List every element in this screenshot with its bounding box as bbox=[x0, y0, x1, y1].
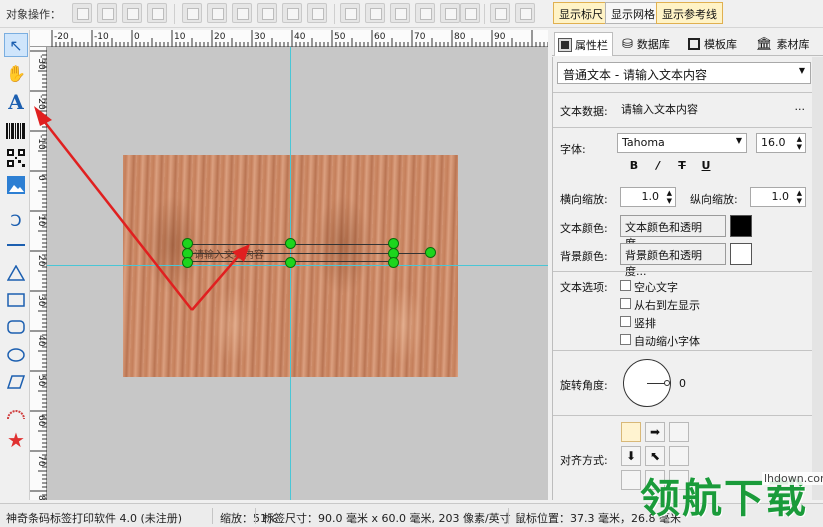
status-label-size: 标签尺寸：90.0 毫米 x 60.0 毫米, 203 像素/英寸 bbox=[263, 512, 511, 525]
panel-scrollbar[interactable] bbox=[812, 57, 823, 500]
right-panel-tabs: 属性栏 ⛁ 数据库 模板库 🏛 素材库 bbox=[552, 30, 823, 56]
properties-panel: 普通文本 - 请输入文本内容 ▼ 文本数据: 请输入文本内容 ... 字体: T… bbox=[552, 57, 813, 500]
tab-database[interactable]: ⛁ 数据库 bbox=[618, 32, 674, 56]
tab-assets[interactable]: 🏛 素材库 bbox=[752, 32, 814, 56]
show-grid-toggle[interactable]: 显示网格 bbox=[605, 2, 661, 24]
watermark-domain: lhdown.com bbox=[762, 472, 823, 485]
tab-properties[interactable]: 属性栏 bbox=[554, 32, 613, 56]
tab-assets-label: 素材库 bbox=[776, 38, 810, 51]
align-middle-center-button[interactable]: ⬉ bbox=[645, 446, 665, 466]
align-top-right-button[interactable] bbox=[669, 422, 689, 442]
text-color-button[interactable]: 文本颜色和透明度... bbox=[620, 215, 726, 250]
template-icon bbox=[688, 38, 700, 50]
status-divider bbox=[508, 508, 509, 524]
rtl-checkbox[interactable] bbox=[620, 298, 631, 309]
align-top-left-button[interactable] bbox=[621, 422, 641, 442]
site-watermark: 领航下载 lhdown.com bbox=[640, 466, 823, 526]
tab-templates[interactable]: 模板库 bbox=[684, 32, 741, 56]
hollow-text-checkbox[interactable] bbox=[620, 280, 631, 291]
font-label: 字体: bbox=[560, 143, 586, 156]
annotation-arrows bbox=[34, 106, 250, 311]
status-app-name: 神奇条码标签打印软件 4.0 (未注册) bbox=[6, 512, 183, 525]
status-divider bbox=[255, 508, 256, 524]
chevron-down-icon: ▼ bbox=[735, 136, 742, 145]
text-options-label: 文本选项: bbox=[560, 281, 608, 294]
show-ruler-toggle[interactable]: 显示标尺 bbox=[553, 2, 609, 24]
rotation-label: 旋转角度: bbox=[560, 379, 608, 392]
font-size-value: 16.0 bbox=[761, 136, 786, 149]
align-top-center-button[interactable]: ➡ bbox=[645, 422, 665, 442]
rotation-dial-knob[interactable] bbox=[664, 380, 670, 386]
bold-button[interactable]: B bbox=[625, 159, 643, 175]
status-divider bbox=[212, 508, 213, 524]
bg-color-swatch[interactable] bbox=[730, 243, 752, 265]
vscale-value: 1.0 bbox=[771, 190, 790, 203]
font-select[interactable]: Tahoma ▼ bbox=[617, 133, 747, 153]
rtl-label: 从右到左显示 bbox=[634, 299, 700, 312]
align-middle-right-button[interactable] bbox=[669, 446, 689, 466]
text-data-value: 请输入文本内容 bbox=[621, 103, 698, 116]
text-data-label: 文本数据: bbox=[560, 105, 608, 118]
bg-color-label: 背景颜色: bbox=[560, 250, 608, 263]
vscale-spinner[interactable]: 1.0 ▲ ▼ bbox=[750, 187, 806, 207]
align-bottom-left-button[interactable] bbox=[621, 470, 641, 490]
hscale-value: 1.0 bbox=[641, 190, 660, 203]
hscale-spinner[interactable]: 1.0 ▲ ▼ bbox=[620, 187, 676, 207]
align-middle-left-button[interactable]: ⬇ bbox=[621, 446, 641, 466]
text-data-field[interactable]: 请输入文本内容 ... bbox=[617, 99, 807, 119]
tab-properties-label: 属性栏 bbox=[575, 38, 608, 52]
tab-templates-label: 模板库 bbox=[704, 38, 737, 51]
properties-icon bbox=[558, 37, 572, 52]
database-icon: ⛁ bbox=[622, 36, 633, 52]
font-section: 字体: Tahoma ▼ 16.0 ▲ ▼ B / T U 横向缩放: 1.0 ▲… bbox=[553, 127, 813, 278]
autoshrink-label: 自动缩小字体 bbox=[634, 335, 700, 348]
vertical-text-label: 竖排 bbox=[634, 317, 656, 330]
strikethrough-button[interactable]: T bbox=[673, 159, 691, 175]
assets-icon: 🏛 bbox=[756, 36, 773, 52]
rotation-dial[interactable] bbox=[623, 359, 671, 407]
vscale-label: 纵向缩放: bbox=[690, 193, 738, 206]
font-size-spinner[interactable]: 16.0 ▲ ▼ bbox=[756, 133, 806, 153]
text-data-more-button[interactable]: ... bbox=[795, 100, 806, 113]
hscale-label: 横向缩放: bbox=[560, 193, 608, 206]
rotation-section: 旋转角度: 0 bbox=[553, 350, 813, 410]
rotation-value: 0 bbox=[679, 377, 686, 390]
italic-button[interactable]: / bbox=[649, 159, 667, 175]
object-type-value: 普通文本 - 请输入文本内容 bbox=[563, 68, 707, 82]
text-color-swatch[interactable] bbox=[730, 215, 752, 237]
object-type-select[interactable]: 普通文本 - 请输入文本内容 ▼ bbox=[557, 62, 811, 84]
bg-color-button[interactable]: 背景颜色和透明度... bbox=[620, 243, 726, 278]
tab-database-label: 数据库 bbox=[636, 38, 670, 51]
align-label: 对齐方式: bbox=[560, 454, 608, 467]
vertical-text-checkbox[interactable] bbox=[620, 316, 631, 327]
text-color-label: 文本颜色: bbox=[560, 222, 608, 235]
font-value: Tahoma bbox=[622, 136, 665, 149]
spinner-arrows-icon[interactable]: ▲ ▼ bbox=[667, 189, 672, 205]
spinner-arrows-icon[interactable]: ▲ ▼ bbox=[797, 135, 802, 151]
show-guides-toggle[interactable]: 显示参考线 bbox=[656, 2, 723, 24]
text-data-section: 文本数据: 请输入文本内容 ... bbox=[553, 92, 813, 125]
underline-button[interactable]: U bbox=[697, 159, 715, 175]
spinner-arrows-icon[interactable]: ▲ ▼ bbox=[797, 189, 802, 205]
hollow-text-label: 空心文字 bbox=[634, 281, 678, 294]
chevron-down-icon: ▼ bbox=[798, 66, 805, 75]
text-options-section: 文本选项: 空心文字 从右到左显示 竖排 自动缩小字体 bbox=[553, 271, 813, 349]
autoshrink-checkbox[interactable] bbox=[620, 334, 631, 345]
